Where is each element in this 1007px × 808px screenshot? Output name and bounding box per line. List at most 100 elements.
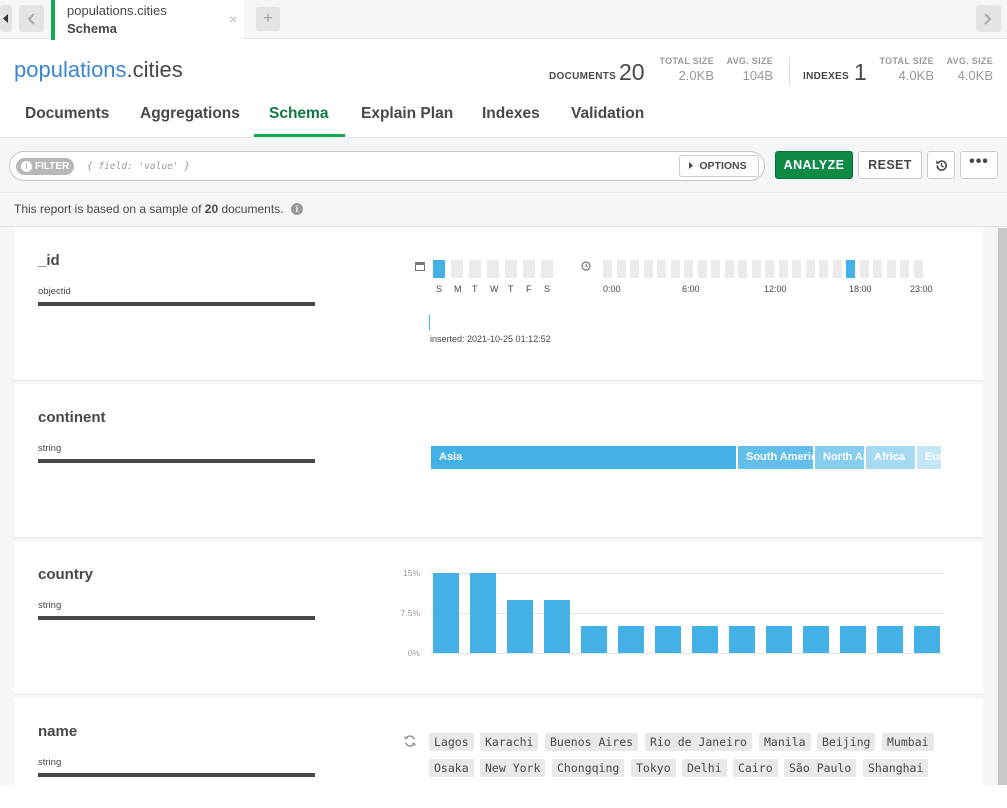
chart-bar[interactable] [470,573,496,653]
type-bar[interactable] [38,302,315,306]
weekday-bar[interactable] [433,260,445,278]
documents-total-size-label: TOTAL SIZE [659,56,714,66]
chart-bar[interactable] [692,626,718,653]
value-chip[interactable]: Osaka [429,759,474,777]
sample-notice: This report is based on a sample of 20 d… [0,194,1007,227]
reset-button[interactable]: RESET [858,151,922,179]
filter-input[interactable] [87,156,667,176]
hour-bar[interactable] [724,260,734,278]
hour-bar[interactable] [765,260,774,278]
hour-bar[interactable] [846,260,855,278]
value-chip[interactable]: Manila [759,733,811,751]
value-chip[interactable]: Rio de Janeiro [645,733,752,751]
history-icon [936,160,947,171]
hour-bar[interactable] [913,260,923,278]
hour-label: 23:00 [910,284,933,294]
value-chip[interactable]: Karachi [480,733,539,751]
scrollbar-thumb[interactable] [998,228,1007,785]
info-icon[interactable]: i [291,203,303,215]
hour-bar[interactable] [657,260,666,278]
value-chip[interactable]: Cairo [733,759,778,777]
analyze-button[interactable]: ANALYZE [775,151,853,179]
chart-bar[interactable] [877,626,903,653]
weekday-bar[interactable] [487,260,499,278]
forward-button[interactable] [976,5,1001,32]
chart-bar[interactable] [766,626,792,653]
hour-bar[interactable] [886,260,896,278]
value-chip[interactable]: Lagos [429,733,474,751]
hour-bar[interactable] [643,260,653,278]
value-chip[interactable]: Delhi [682,759,727,777]
continent-segment[interactable]: South America [738,446,813,469]
hour-bar[interactable] [805,260,815,278]
database-name[interactable]: populations [14,57,127,82]
tab-indexes[interactable]: Indexes [482,105,540,123]
chart-bar[interactable] [655,626,681,653]
hour-bar[interactable] [670,260,680,278]
type-bar[interactable] [38,773,315,777]
scroll-tabs-left-button[interactable] [0,5,12,32]
refresh-icon[interactable] [403,734,417,748]
options-button[interactable]: OPTIONS [679,155,759,177]
chart-bar[interactable] [729,626,755,653]
value-chip[interactable]: Buenos Aires [545,733,639,751]
hour-bar[interactable] [819,260,828,278]
chart-bar[interactable] [803,626,829,653]
hour-bar[interactable] [616,260,626,278]
continent-segment[interactable]: Europe [917,446,941,469]
value-chip[interactable]: Mumbai [882,733,934,751]
type-bar[interactable] [38,459,315,463]
field-name: country [38,566,94,583]
more-options-button[interactable]: ••• [960,151,998,179]
weekday-bar[interactable] [469,260,481,278]
tab-aggregations[interactable]: Aggregations [140,105,240,123]
weekday-bar[interactable] [541,260,553,278]
hour-bar[interactable] [684,260,693,278]
hour-bar[interactable] [751,260,761,278]
close-tab-icon[interactable]: × [229,11,237,27]
tab-validation[interactable]: Validation [571,105,644,123]
hour-bar[interactable] [832,260,842,278]
hour-bar[interactable] [873,260,882,278]
tab-schema[interactable]: Schema [269,105,328,123]
chart-bar[interactable] [433,573,459,653]
hour-bar[interactable] [778,260,788,278]
chart-bar[interactable] [914,626,940,653]
sample-text: This report is based on a sample of 20 d… [14,202,284,216]
hour-bar[interactable] [711,260,720,278]
weekday-bar[interactable] [523,260,535,278]
tab-documents[interactable]: Documents [25,105,109,123]
chart-bar[interactable] [840,626,866,653]
hour-bar[interactable] [630,260,639,278]
info-icon[interactable]: i [21,161,32,172]
new-tab-button[interactable]: + [256,7,280,31]
chart-bar[interactable] [618,626,644,653]
hour-bar[interactable] [697,260,707,278]
continent-segment[interactable]: Africa [866,446,915,469]
tab-explain-plan[interactable]: Explain Plan [361,105,453,123]
weekday-bar[interactable] [505,260,517,278]
hour-bar[interactable] [792,260,801,278]
query-history-button[interactable] [927,151,955,179]
continent-segment[interactable]: Asia [431,446,736,469]
inserted-marker[interactable] [429,315,430,330]
hour-bar[interactable] [603,260,612,278]
back-button[interactable] [19,5,44,32]
type-bar[interactable] [38,616,315,620]
chart-bar[interactable] [581,626,607,653]
value-chip[interactable]: São Paulo [784,759,857,777]
value-chip[interactable]: Tokyo [631,759,676,777]
value-chip[interactable]: Chongqing [552,759,625,777]
value-chip[interactable]: New York [480,759,546,777]
continent-segment[interactable]: North America [815,446,864,469]
hour-bar[interactable] [738,260,747,278]
hour-bar[interactable] [900,260,909,278]
chart-bar[interactable] [544,599,570,653]
value-chip[interactable]: Beijing [817,733,876,751]
chart-bar[interactable] [507,599,533,653]
weekday-bar[interactable] [451,260,463,278]
value-chip[interactable]: Shanghai [863,759,929,777]
hour-bar[interactable] [859,260,869,278]
field-continent: continent string AsiaSouth AmericaNorth … [14,384,983,538]
tab-populations-cities[interactable]: populations.cities Schema × [51,0,244,40]
